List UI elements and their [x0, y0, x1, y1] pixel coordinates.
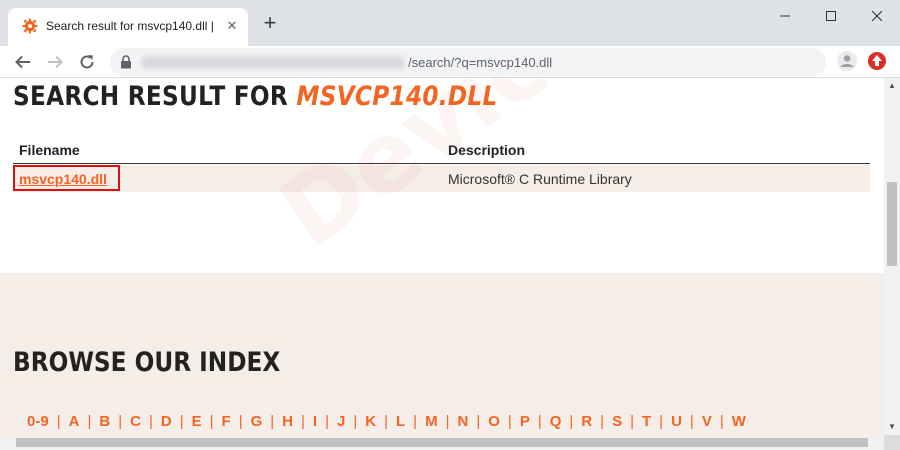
- index-separator: |: [507, 413, 512, 430]
- url-path: /search/?q=msvcp140.dll: [408, 55, 553, 70]
- scroll-up-arrow-icon[interactable]: ▲: [884, 78, 900, 94]
- tab-close-icon[interactable]: ✕: [223, 17, 241, 35]
- index-separator: |: [353, 413, 358, 430]
- index-link-v[interactable]: V: [702, 413, 712, 430]
- index-link-n[interactable]: N: [457, 413, 468, 430]
- tab-title: Search result for msvcp140.dll | D: [46, 19, 214, 33]
- index-link-g[interactable]: G: [251, 413, 263, 430]
- index-link-p[interactable]: P: [520, 413, 530, 430]
- index-link-e[interactable]: E: [192, 413, 202, 430]
- maximize-icon: [826, 11, 836, 21]
- scrollbar-corner: [884, 435, 900, 450]
- index-letter-nav: 0-9 | A | B | C | D | E | F | G | H | I | J | K | L | M | N | O | P | Q | R |…: [27, 413, 746, 430]
- scroll-down-arrow-icon[interactable]: ▼: [884, 419, 900, 435]
- index-separator: |: [600, 413, 605, 430]
- browser-toolbar: /search/?q=msvcp140.dll ☆: [0, 46, 900, 78]
- index-separator: |: [630, 413, 634, 430]
- search-results-section: SEARCH RESULT FOR MSVCP140.DLL Filename …: [0, 78, 884, 273]
- index-separator: |: [56, 413, 61, 430]
- lock-icon: [121, 55, 131, 69]
- index-separator: |: [209, 413, 214, 430]
- index-link-m[interactable]: M: [425, 413, 438, 430]
- table-header-divider: [13, 163, 870, 164]
- minimize-button[interactable]: [762, 0, 808, 32]
- title-prefix: SEARCH RESULT FOR: [13, 81, 297, 112]
- reload-button[interactable]: [74, 49, 100, 75]
- index-link-f[interactable]: F: [222, 413, 231, 430]
- index-separator: |: [118, 413, 123, 430]
- profile-avatar-icon[interactable]: [836, 50, 858, 72]
- index-link-0-9[interactable]: 0-9: [27, 413, 49, 430]
- index-link-b[interactable]: B: [99, 413, 110, 430]
- maximize-button[interactable]: [808, 0, 854, 32]
- index-link-j[interactable]: J: [337, 413, 345, 430]
- index-separator: |: [689, 413, 694, 430]
- index-link-l[interactable]: L: [396, 413, 405, 430]
- horizontal-scroll-thumb[interactable]: [16, 438, 868, 447]
- minimize-icon: [780, 15, 790, 17]
- index-separator: |: [476, 413, 481, 430]
- horizontal-scrollbar[interactable]: [0, 435, 884, 450]
- index-separator: |: [569, 413, 574, 430]
- search-term: MSVCP140.DLL: [296, 81, 498, 112]
- index-link-c[interactable]: C: [130, 413, 141, 430]
- back-button[interactable]: [10, 49, 36, 75]
- gear-favicon-icon: [22, 18, 38, 34]
- index-link-k[interactable]: K: [365, 413, 376, 430]
- browse-index-heading: BROWSE OUR INDEX: [13, 347, 281, 378]
- index-link-d[interactable]: D: [161, 413, 172, 430]
- index-link-q[interactable]: Q: [550, 413, 562, 430]
- index-separator: |: [384, 413, 388, 430]
- index-link-o[interactable]: O: [488, 413, 500, 430]
- vertical-scroll-thumb[interactable]: [887, 182, 897, 266]
- index-separator: |: [537, 413, 542, 430]
- description-column-header: Description: [448, 142, 526, 158]
- index-separator: |: [445, 413, 450, 430]
- title-bar: Search result for msvcp140.dll | D ✕ +: [0, 0, 900, 46]
- url-domain-blurred: [142, 56, 404, 69]
- index-link-a[interactable]: A: [69, 413, 80, 430]
- vertical-scrollbar[interactable]: ▲ ▼: [884, 78, 900, 435]
- forward-button[interactable]: [42, 49, 68, 75]
- forward-arrow-icon: [48, 55, 63, 69]
- file-description: Microsoft® C Runtime Library: [448, 171, 632, 187]
- index-separator: |: [179, 413, 184, 430]
- browser-tab[interactable]: Search result for msvcp140.dll | D ✕: [8, 8, 248, 46]
- index-link-h[interactable]: H: [282, 413, 293, 430]
- index-separator: |: [325, 413, 329, 430]
- filename-column-header: Filename: [19, 142, 80, 158]
- close-window-button[interactable]: [854, 0, 900, 32]
- reload-icon: [80, 55, 94, 69]
- back-arrow-icon: [15, 55, 30, 69]
- index-separator: |: [270, 413, 275, 430]
- index-separator: |: [238, 413, 243, 430]
- index-separator: |: [87, 413, 92, 430]
- extension-icon[interactable]: [866, 50, 888, 72]
- page-viewport: SEARCH RESULT FOR MSVCP140.DLL Filename …: [0, 78, 884, 450]
- index-link-w[interactable]: W: [732, 413, 746, 430]
- index-separator: |: [719, 413, 724, 430]
- index-link-u[interactable]: U: [671, 413, 682, 430]
- index-separator: |: [659, 413, 664, 430]
- index-separator: |: [148, 413, 153, 430]
- page-title: SEARCH RESULT FOR MSVCP140.DLL: [13, 81, 498, 112]
- index-link-s[interactable]: S: [612, 413, 622, 430]
- file-link[interactable]: msvcp140.dll: [19, 171, 107, 187]
- address-bar[interactable]: /search/?q=msvcp140.dll ☆: [110, 48, 826, 76]
- index-separator: |: [413, 413, 418, 430]
- new-tab-plus-icon[interactable]: +: [258, 12, 282, 36]
- index-link-t[interactable]: T: [642, 413, 651, 430]
- index-link-r[interactable]: R: [581, 413, 592, 430]
- close-icon: [872, 11, 882, 21]
- index-separator: |: [301, 413, 305, 430]
- table-row: msvcp140.dll Microsoft® C Runtime Librar…: [13, 165, 870, 192]
- index-link-i[interactable]: I: [313, 413, 317, 430]
